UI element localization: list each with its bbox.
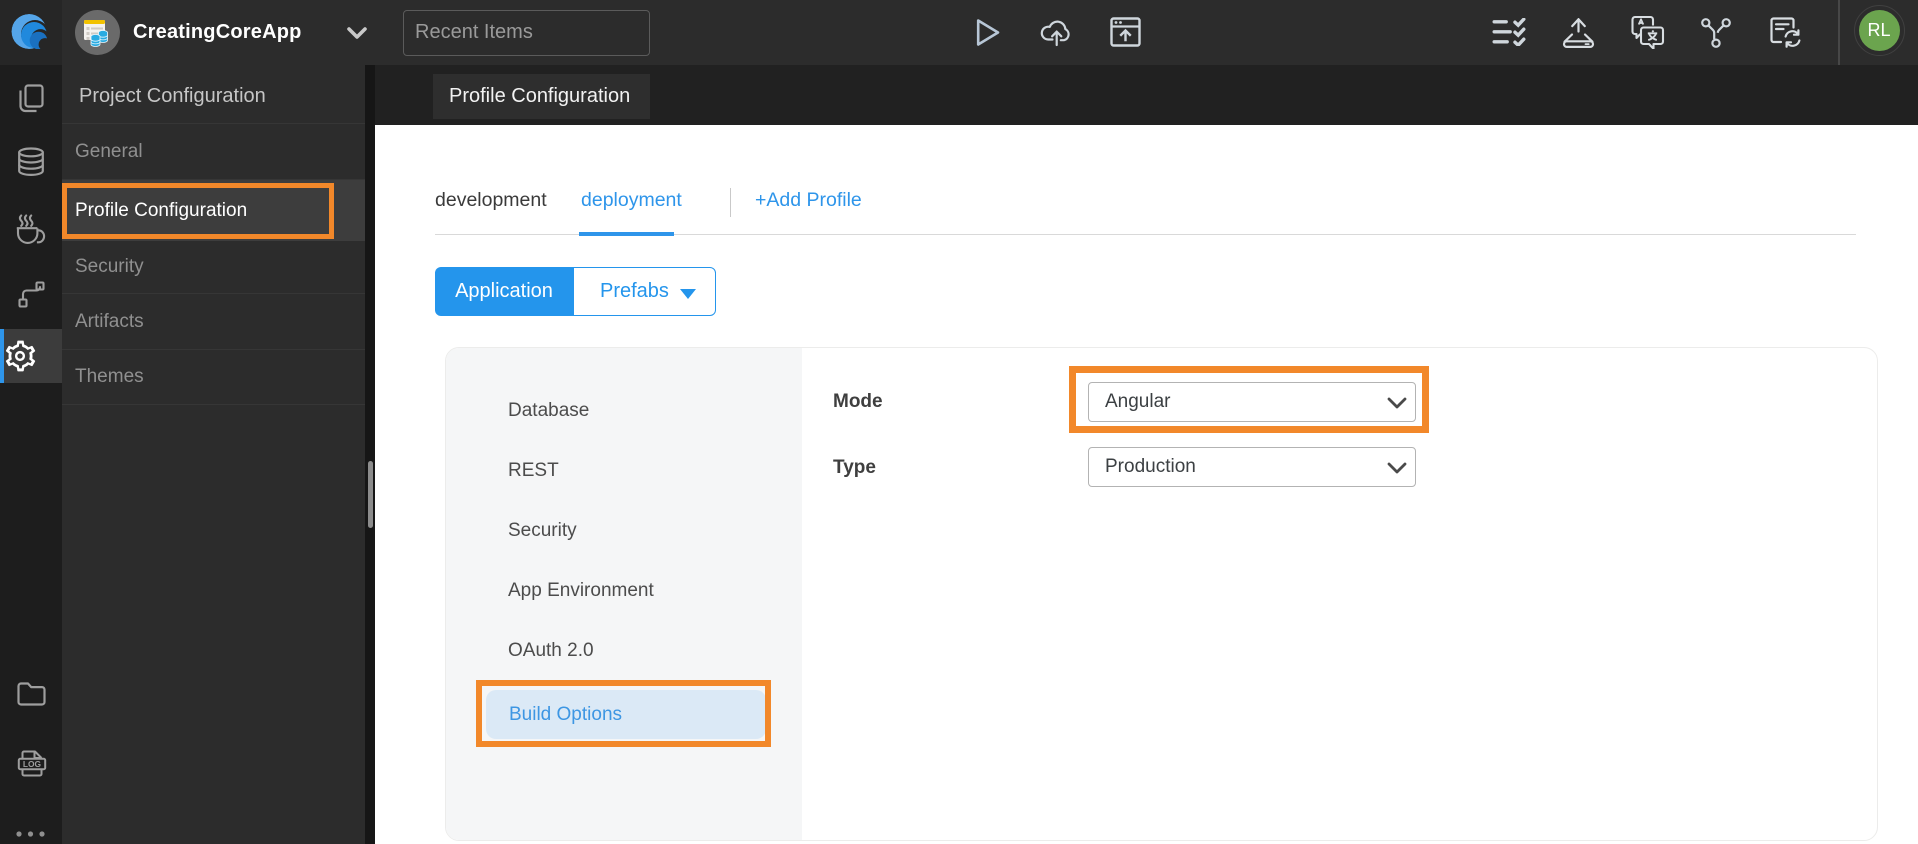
svg-text:LOG: LOG	[23, 759, 41, 769]
